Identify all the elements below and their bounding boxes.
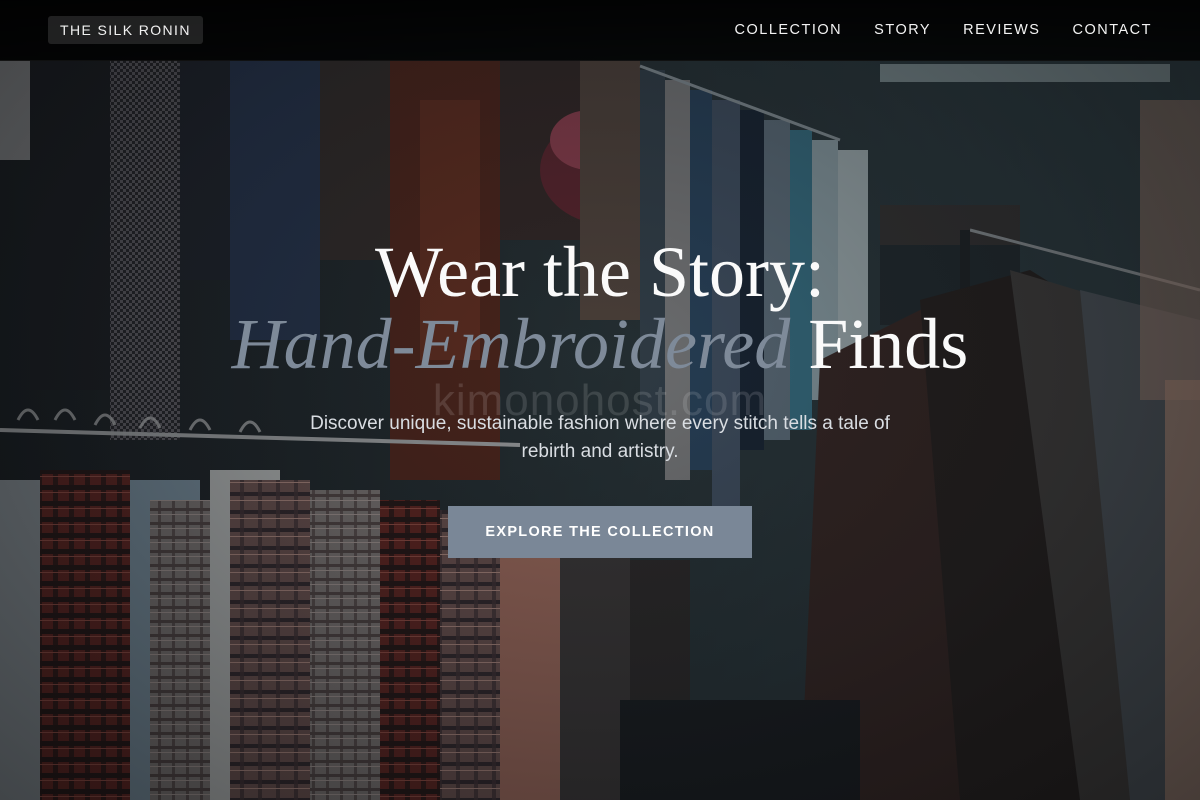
nav-link-contact[interactable]: CONTACT bbox=[1072, 22, 1152, 38]
hero-section: Wear the Story: Hand-Embroidered Finds bbox=[0, 236, 1200, 380]
explore-collection-button[interactable]: EXPLORE THE COLLECTION bbox=[448, 506, 752, 558]
headline-emphasis: Hand-Embroidered bbox=[231, 304, 791, 384]
site-logo[interactable]: THE SILK RONIN bbox=[48, 16, 203, 44]
main-nav: COLLECTION STORY REVIEWS CONTACT bbox=[735, 0, 1153, 60]
nav-link-reviews[interactable]: REVIEWS bbox=[963, 22, 1040, 38]
site-header: THE SILK RONIN COLLECTION STORY REVIEWS … bbox=[0, 0, 1200, 61]
nav-link-collection[interactable]: COLLECTION bbox=[735, 22, 843, 38]
headline-line-2: Hand-Embroidered Finds bbox=[0, 308, 1200, 380]
hero-subtitle: Discover unique, sustainable fashion whe… bbox=[310, 413, 890, 462]
nav-link-story[interactable]: STORY bbox=[874, 22, 931, 38]
hero-headline: Wear the Story: Hand-Embroidered Finds bbox=[0, 236, 1200, 380]
headline-rest: Finds bbox=[790, 304, 969, 384]
headline-line-1: Wear the Story: bbox=[374, 232, 826, 312]
